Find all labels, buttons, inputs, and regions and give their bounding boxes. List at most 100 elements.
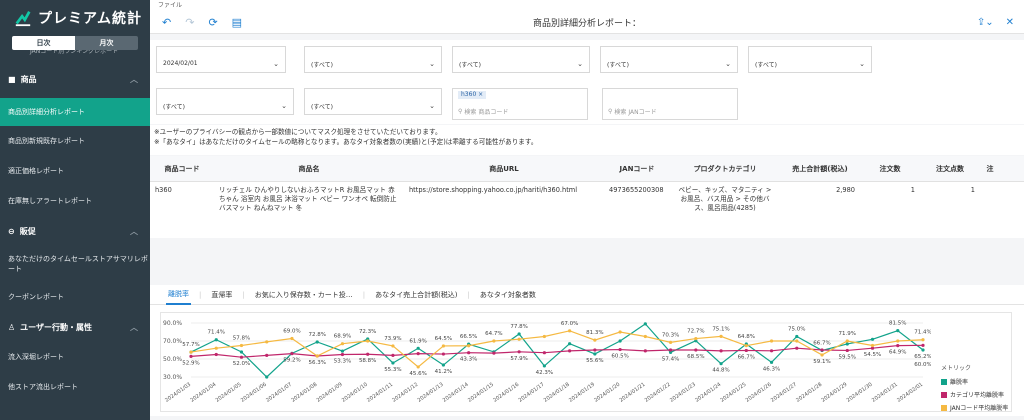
- data-label: 56.3%: [308, 360, 325, 366]
- data-label: 60.5%: [611, 354, 628, 360]
- data-point: [290, 352, 294, 356]
- sidebar-item-inflow[interactable]: 流入深堀レポート: [0, 342, 150, 372]
- x-tick-label: 2024/01/24: [694, 381, 723, 403]
- data-point: [441, 363, 446, 367]
- data-point: [896, 343, 900, 348]
- x-tick-label: 2024/01/11: [366, 382, 394, 404]
- date-filter[interactable]: 2024/02/01 ⌄: [156, 46, 286, 73]
- share-icon[interactable]: ⇪⌄: [977, 17, 994, 28]
- data-point: [744, 344, 748, 348]
- data-point: [694, 336, 698, 341]
- sidebar-item-jan-ranking[interactable]: JANコード別ランキングレポート: [0, 50, 150, 60]
- file-menu[interactable]: ファイル: [158, 2, 182, 9]
- tab-direct-rate[interactable]: 直帰率: [209, 285, 234, 305]
- search-icon: ⚲: [608, 108, 613, 115]
- chevron-down-icon: ⌄: [859, 60, 865, 68]
- filter-dropdown-5[interactable]: (すべて) ⌄: [156, 88, 294, 115]
- sidebar-item-product-detail[interactable]: 商品別詳細分析レポート: [0, 98, 150, 126]
- tab-timesale-targets[interactable]: あなタイ対象者数: [478, 285, 538, 305]
- col-header[interactable]: 注: [980, 164, 1000, 174]
- data-label: 69.0%: [283, 328, 300, 334]
- col-header[interactable]: JANコード: [604, 164, 670, 174]
- data-point: [769, 339, 774, 343]
- app-logo[interactable]: プレミアム統計: [0, 0, 150, 36]
- undo-icon[interactable]: ↶: [162, 16, 171, 29]
- document-icon[interactable]: ▤: [232, 16, 242, 29]
- close-icon[interactable]: ✕: [1006, 17, 1014, 28]
- filter-dropdown-2[interactable]: (すべて) ⌄: [452, 46, 590, 73]
- sidebar-section-product[interactable]: ■ 商品 ︿: [0, 60, 150, 98]
- sidebar-section-user[interactable]: ♙ ユーザー行動・属性 ︿: [0, 312, 150, 342]
- data-point: [416, 352, 420, 356]
- x-tick-label: 2024/01/10: [341, 382, 369, 404]
- redo-icon[interactable]: ↷: [185, 16, 194, 29]
- col-header[interactable]: 注文点数: [920, 164, 980, 174]
- data-point: [366, 352, 370, 356]
- col-header[interactable]: 商品名: [214, 164, 404, 174]
- filter-dropdown-6[interactable]: (すべて) ⌄: [304, 88, 442, 115]
- filter-dropdown-1[interactable]: (すべて) ⌄: [304, 46, 442, 73]
- chevron-down-icon: ⌄: [429, 102, 435, 110]
- sidebar-item-stock-alert[interactable]: 在庫無しアラートレポート: [0, 186, 150, 216]
- col-header[interactable]: 売上合計額(税込): [780, 164, 860, 174]
- filter-dropdown-4[interactable]: (すべて) ⌄: [748, 46, 872, 73]
- data-point: [618, 339, 622, 343]
- x-tick-label: 2024/01/08: [290, 382, 318, 404]
- filter-dropdown-3[interactable]: (すべて) ⌄: [600, 46, 738, 73]
- sidebar-section-promo[interactable]: ⊖ 販促 ︿: [0, 216, 150, 246]
- data-label: 57.9%: [510, 356, 527, 362]
- cell-order-items: 1: [970, 186, 975, 194]
- tab-bounce-rate[interactable]: 離脱率: [166, 285, 191, 305]
- data-point: [870, 343, 875, 348]
- daily-toggle-button[interactable]: 日次: [12, 36, 75, 50]
- cell-product-url[interactable]: https://store.shopping.yahoo.co.jp/harit…: [404, 183, 604, 233]
- x-tick-label: 2024/01/12: [391, 382, 419, 404]
- col-header[interactable]: 商品URL: [404, 164, 604, 174]
- data-point: [921, 338, 925, 342]
- data-point: [517, 350, 521, 354]
- x-tick-label: 2024/01/22: [644, 382, 672, 404]
- x-tick-label: 2024/01/26: [745, 382, 773, 404]
- table-row[interactable]: h360 リッチェル ひんやりしないおふろマットR お風呂マット 赤ちゃん 浴室…: [150, 183, 1024, 233]
- data-point: [189, 350, 193, 354]
- tab-timesale-sales[interactable]: あなタイ売上合計額(税込): [373, 285, 459, 305]
- legend-item[interactable]: カテゴリ平均離脱率: [941, 390, 1008, 399]
- sidebar-item-outflow[interactable]: 他ストア流出レポート: [0, 372, 150, 402]
- product-code-filter[interactable]: h360 × ⚲ 検索 商品コード: [452, 88, 588, 120]
- clock-icon: ⊖: [8, 226, 15, 236]
- sidebar-item-new-existing[interactable]: 商品別新規既存レポート: [0, 126, 150, 156]
- col-header[interactable]: プロダクトカテゴリ: [670, 164, 780, 174]
- data-point: [795, 339, 799, 343]
- data-label: 75.0%: [788, 327, 805, 333]
- x-tick-label: 2024/01/16: [492, 382, 520, 404]
- tab-favorites-cart[interactable]: お気に入り保存数・カート投…: [253, 285, 355, 305]
- data-label: 44.8%: [712, 368, 729, 374]
- monthly-toggle-button[interactable]: 月次: [75, 36, 138, 50]
- search-icon: ⚲: [458, 108, 463, 115]
- refresh-icon[interactable]: ⟳: [208, 16, 217, 29]
- sidebar-item-proper-price[interactable]: 適正価格レポート: [0, 156, 150, 186]
- sidebar-item-coupon[interactable]: クーポンレポート: [0, 282, 150, 312]
- data-point: [492, 339, 496, 343]
- col-header[interactable]: 注文数: [860, 164, 920, 174]
- col-header[interactable]: 商品コード: [150, 164, 214, 174]
- jan-code-filter[interactable]: ⚲ 検索 JANコード: [602, 88, 738, 120]
- data-point: [214, 338, 218, 342]
- x-tick-label: 2024/01/05: [215, 382, 243, 404]
- legend-item[interactable]: JANコード平均離脱率: [941, 403, 1008, 412]
- data-label: 75.1%: [712, 326, 729, 332]
- product-code-tag[interactable]: h360 ×: [458, 91, 487, 99]
- data-label: 70.3%: [662, 332, 679, 338]
- data-label: 71.4%: [914, 330, 931, 336]
- data-point: [845, 342, 849, 346]
- data-label: 66.7%: [813, 340, 830, 346]
- chevron-up-icon: ︿: [130, 322, 138, 332]
- chevron-down-icon: ⌄: [429, 60, 435, 68]
- data-point: [643, 349, 647, 353]
- chevron-up-icon: ︿: [130, 74, 138, 84]
- sidebar-item-timesale[interactable]: あなただけのタイムセールストアサマリレポート: [0, 246, 150, 282]
- data-label: 52.0%: [233, 361, 250, 367]
- data-point: [719, 334, 723, 339]
- legend-item[interactable]: 離脱率: [941, 377, 1008, 386]
- data-point: [593, 352, 597, 356]
